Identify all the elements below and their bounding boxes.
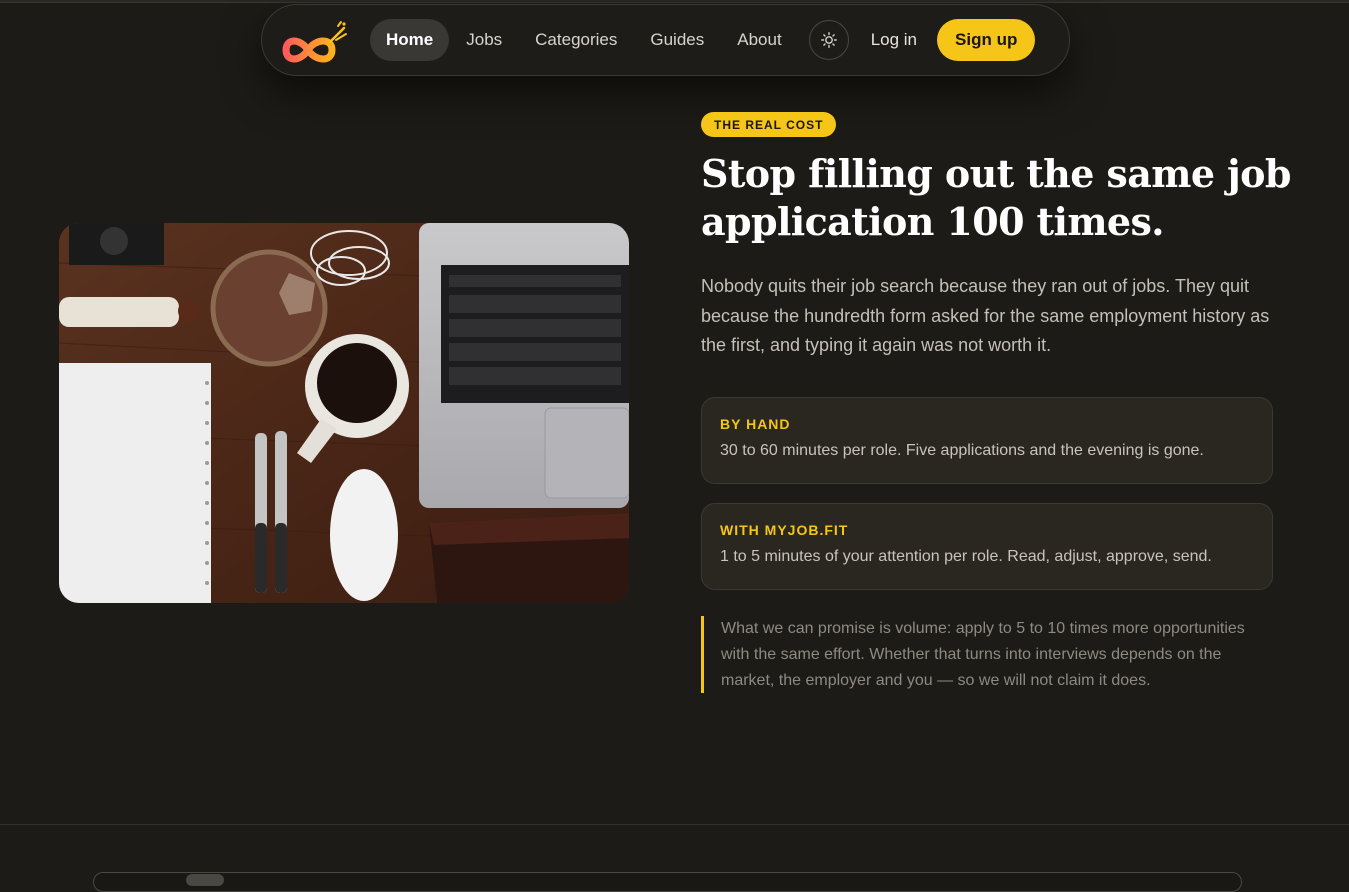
infinity-logo-icon — [282, 21, 347, 63]
comparison-card-with-myjob: WITH MYJOB.FIT 1 to 5 minutes of your at… — [701, 503, 1273, 590]
nav-jobs[interactable]: Jobs — [450, 19, 518, 61]
bottom-panel — [93, 872, 1242, 892]
section-divider — [0, 824, 1349, 825]
hero-desk-photo — [59, 223, 629, 603]
headline-line-1: Stop filling out the same job — [701, 151, 1292, 196]
nav-about[interactable]: About — [721, 19, 797, 61]
nav-home[interactable]: Home — [370, 19, 450, 61]
headline-line-2: application 100 times. — [701, 199, 1165, 244]
card-body: 30 to 60 minutes per role. Five applicat… — [720, 442, 1204, 459]
nav-guides[interactable]: Guides — [634, 19, 720, 61]
top-border — [0, 0, 1349, 3]
disclaimer-quote: What we can promise is volume: apply to … — [701, 616, 1273, 694]
hero-lead-paragraph: Nobody quits their job search because th… — [701, 276, 1270, 355]
theme-toggle-button[interactable] — [808, 20, 849, 60]
card-title: BY HAND — [720, 416, 791, 432]
nav-categories[interactable]: Categories — [519, 19, 633, 61]
logo[interactable] — [278, 20, 348, 63]
card-title: WITH MYJOB.FIT — [720, 522, 849, 538]
bottom-panel-handle — [186, 874, 224, 886]
hero-headline: Stop filling out the same job applicatio… — [701, 150, 1301, 246]
login-link[interactable]: Log in — [861, 20, 927, 60]
sun-icon — [820, 32, 837, 48]
signup-button[interactable]: Sign up — [937, 19, 1036, 61]
comparison-card-by-hand: BY HAND 30 to 60 minutes per role. Five … — [701, 397, 1273, 484]
card-body: 1 to 5 minutes of your attention per rol… — [720, 548, 1212, 565]
main-nav: Home Jobs Categories Guides About Log in… — [261, 4, 1070, 76]
desk-illustration — [59, 223, 629, 603]
section-badge: THE REAL COST — [701, 112, 837, 137]
